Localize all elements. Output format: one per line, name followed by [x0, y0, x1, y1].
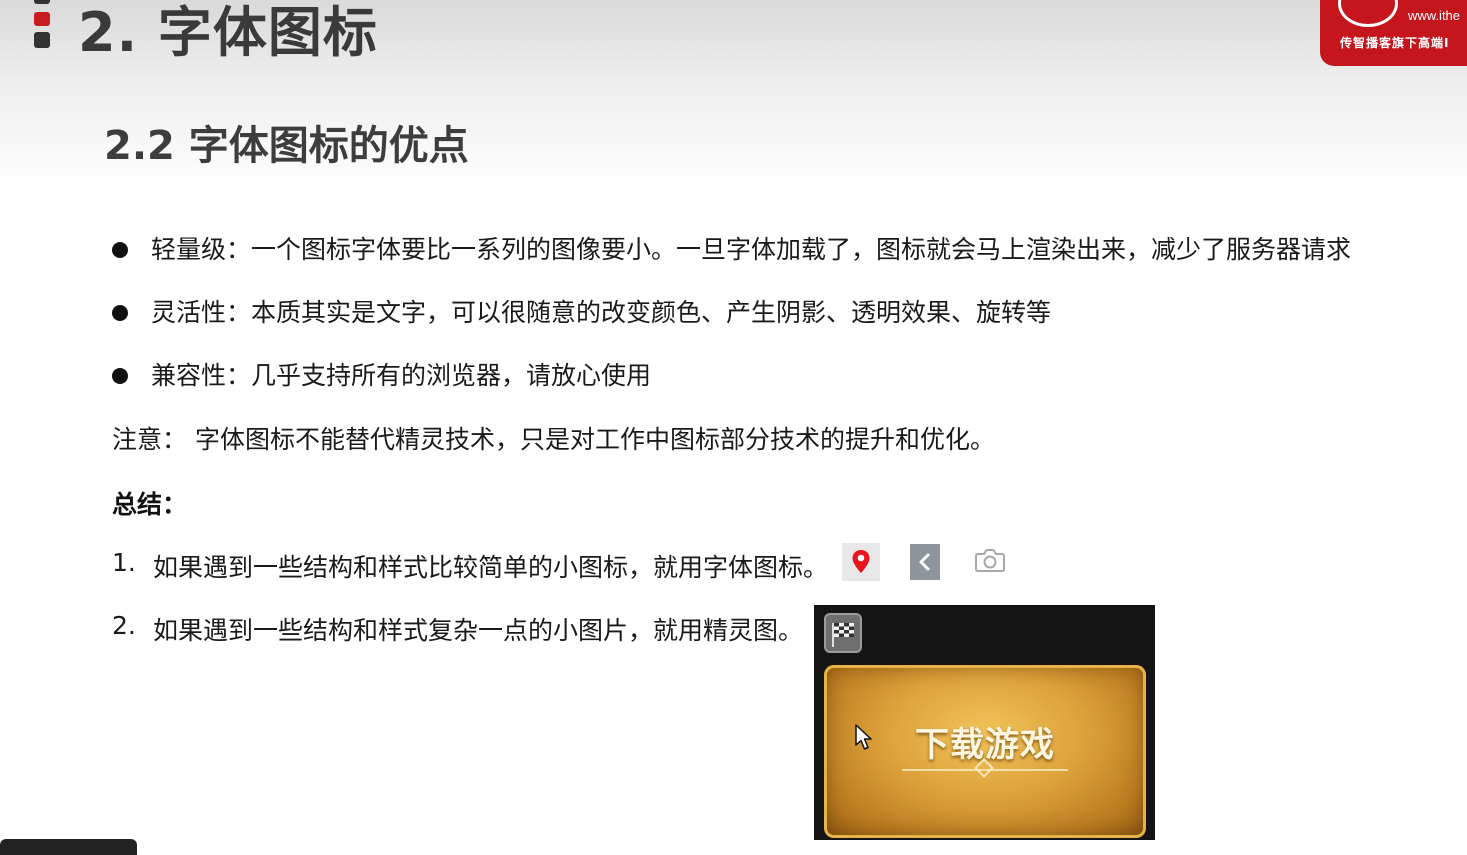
mouse-cursor-icon [855, 724, 875, 756]
location-pin-icon [842, 543, 880, 585]
item-text: 如果遇到一些结构和样式复杂一点的小图片，就用精灵图。 [153, 616, 804, 645]
bullet-dot [112, 242, 128, 258]
logo-emblem-icon [1338, 0, 1398, 27]
checkered-flag-icon [824, 613, 862, 653]
marker-bar-middle [34, 12, 50, 26]
back-arrow-icon [910, 544, 940, 584]
bullet-dot [112, 305, 128, 321]
logo-url: www.ithe [1408, 8, 1461, 23]
summary-heading: 总结： [112, 490, 188, 519]
marker-bar-bottom [34, 32, 50, 48]
bullet-text: 灵活性：本质其实是文字，可以很随意的改变颜色、产生阴影、透明效果、旋转等 [151, 298, 1052, 327]
note-text: 注意： 字体图标不能替代精灵技术，只是对工作中图标部分技术的提升和优化。 [112, 425, 995, 454]
page-subtitle: 2.2 字体图标的优点 [104, 123, 469, 169]
bullet-dot [112, 368, 128, 384]
item-number: 2. [112, 611, 136, 640]
taskbar-fragment [0, 839, 137, 855]
bullet-text: 轻量级：一个图标字体要比一系列的图像要小。一旦字体加载了，图标就会马上渲染出来，… [151, 235, 1352, 264]
camera-icon [974, 545, 1006, 579]
item-text: 如果遇到一些结构和样式比较简单的小图标，就用字体图标。 [153, 553, 829, 582]
section-marker [34, 0, 52, 50]
section-title: 2. 字体图标 [78, 1, 378, 64]
brand-logo: www.ithe 传智播客旗下高端I [1320, 0, 1467, 66]
item-number: 1. [112, 548, 136, 577]
bullet-text: 兼容性：几乎支持所有的浏览器，请放心使用 [151, 361, 652, 390]
logo-tagline: 传智播客旗下高端I [1340, 36, 1450, 50]
sprite-example-image: 下载游戏 [814, 605, 1155, 840]
marker-bar-top [34, 0, 50, 4]
